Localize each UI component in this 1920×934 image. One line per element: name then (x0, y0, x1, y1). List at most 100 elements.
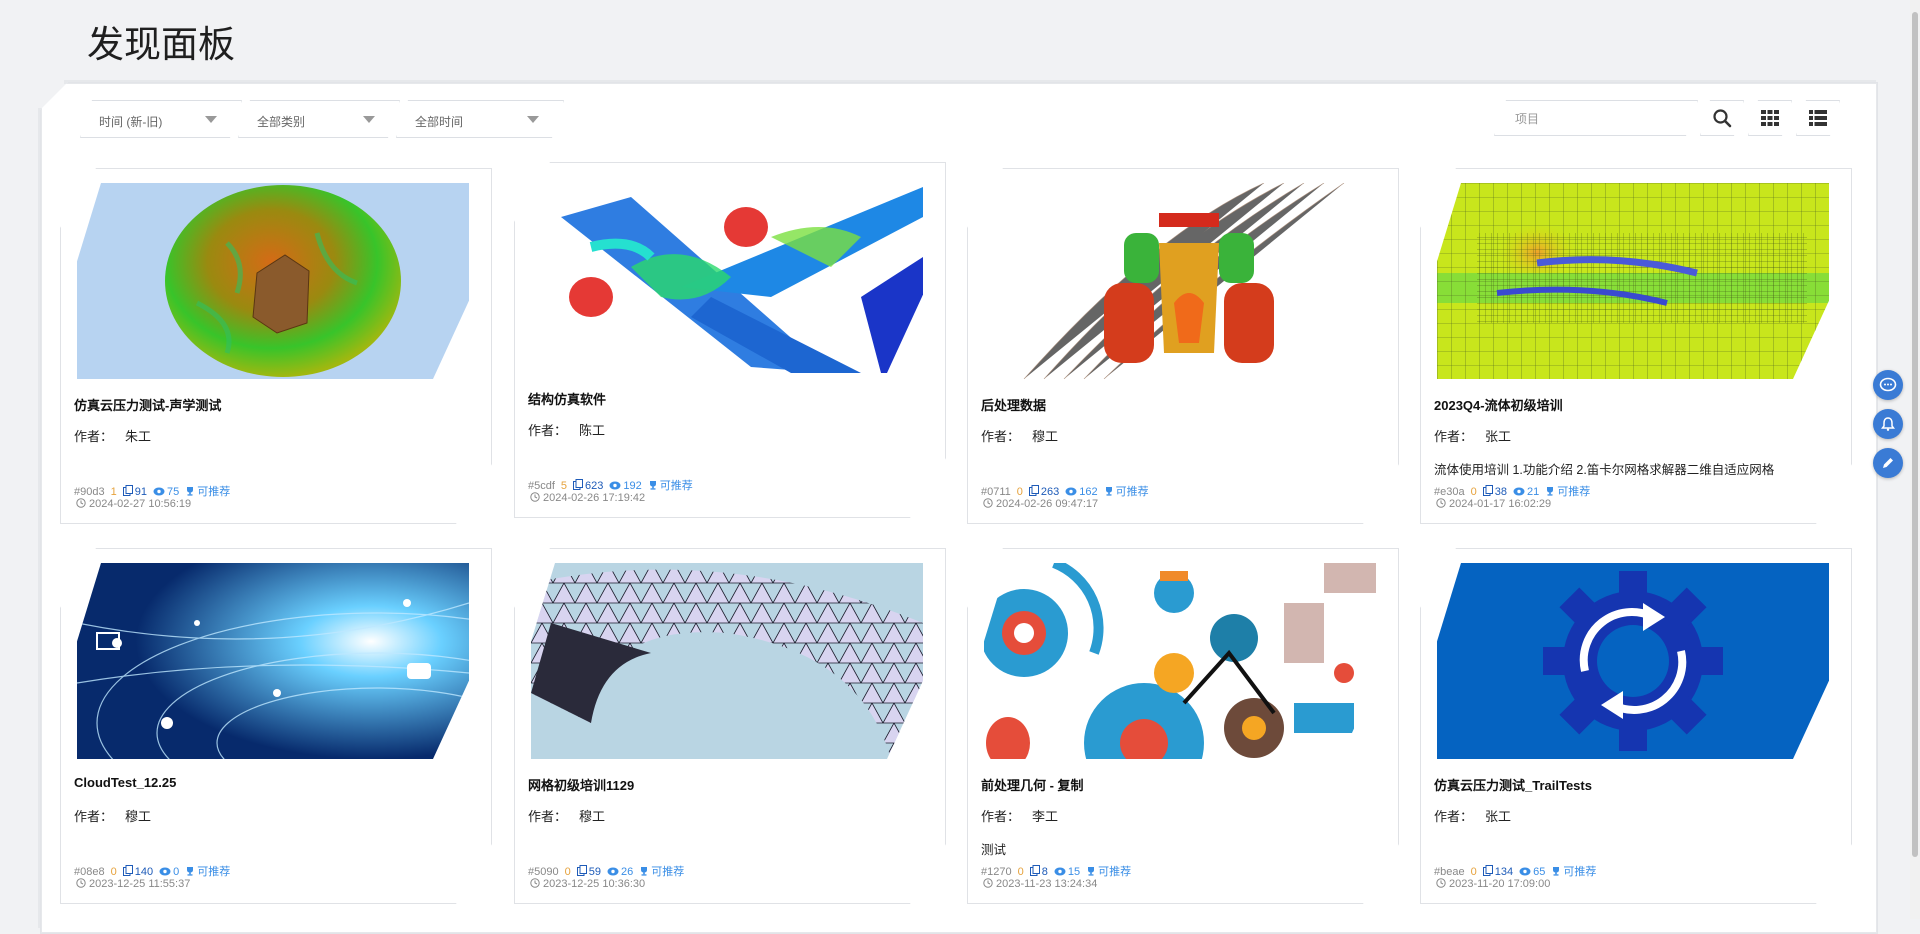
copy-icon (1483, 485, 1493, 496)
date-text: 2023-12-25 11:55:37 (89, 878, 191, 890)
project-thumbnail[interactable] (77, 183, 469, 379)
project-date: 2023-12-25 11:55:37 (76, 878, 190, 891)
recommend-link[interactable]: 可推荐 (197, 486, 230, 498)
recommend-link[interactable]: 可推荐 (197, 866, 230, 878)
copy-count: 623 (585, 480, 604, 492)
project-thumbnail[interactable] (1437, 563, 1829, 759)
project-card[interactable]: CloudTest_12.25 作者： 穆工 #08e8 0 140 0 可推荐 2023… (60, 548, 492, 904)
project-title[interactable]: 后处理数据 (981, 395, 1046, 414)
copy-icon (1030, 865, 1040, 876)
project-card[interactable]: 后处理数据 作者： 穆工 #0711 0 263 162 可推荐 2024-02-26 0… (967, 168, 1399, 524)
search-icon (1712, 108, 1732, 128)
recommend-link[interactable]: 可推荐 (660, 480, 693, 492)
fork-count: 0 (110, 866, 117, 878)
recommend-link[interactable]: 可推荐 (1098, 866, 1131, 878)
search-box (1494, 100, 1698, 136)
recommend-link[interactable]: 可推荐 (1116, 486, 1149, 498)
fork-count: 0 (1470, 486, 1477, 498)
project-author: 作者： 陈工 (528, 420, 605, 439)
author-name: 陈工 (579, 423, 606, 438)
project-title[interactable]: 2023Q4-流体初级培训 (1434, 395, 1563, 414)
eye-icon (607, 867, 619, 876)
author-label: 作者： (74, 429, 114, 444)
copy-icon (573, 479, 583, 490)
project-title[interactable]: 前处理几何 - 复制 (981, 775, 1084, 794)
recommend-link[interactable]: 可推荐 (1557, 486, 1590, 498)
pencil-icon (1883, 458, 1893, 468)
project-stats: #08e8 0 140 0 可推荐 (74, 863, 230, 879)
clock-icon (76, 498, 86, 508)
project-title[interactable]: 网格初级培训1129 (528, 775, 634, 794)
view-count: 0 (173, 866, 180, 878)
project-card[interactable]: 仿真云压力测试_TrailTests 作者： 张工 #beae 0 134 65 可推荐 … (1420, 548, 1852, 904)
category-select-value: 全部类别 (257, 115, 306, 129)
author-label: 作者： (1434, 809, 1474, 824)
project-stats: #0711 0 263 162 可推荐 (981, 483, 1149, 499)
project-card[interactable]: 2023Q4-流体初级培训 作者： 张工 流体使用培训 1.功能介绍 2.笛卡尔网… (1420, 168, 1852, 524)
project-date: 2024-02-26 17:19:42 (530, 492, 645, 505)
date-text: 2024-02-27 10:56:19 (89, 498, 192, 510)
recommend-link[interactable]: 可推荐 (1563, 866, 1596, 878)
project-author: 作者： 穆工 (74, 806, 151, 825)
project-thumbnail[interactable] (984, 183, 1376, 379)
eye-icon (609, 481, 621, 490)
copy-icon (123, 485, 133, 496)
sort-select[interactable]: 时间 (新-旧) (80, 100, 242, 138)
view-count: 26 (620, 866, 634, 878)
search-input[interactable] (1513, 109, 1677, 129)
project-title[interactable]: CloudTest_12.25 (74, 775, 176, 790)
date-text: 2023-12-25 10:36:30 (543, 878, 646, 890)
project-card[interactable]: 结构仿真软件 作者： 陈工 #5cdf 5 623 192 可推荐 2024-02-26 … (514, 162, 946, 518)
project-stats: #e30a 0 38 21 可推荐 (1434, 483, 1590, 499)
author-label: 作者： (1434, 429, 1474, 444)
project-thumbnail[interactable] (984, 563, 1376, 759)
project-date: 2024-02-26 09:47:17 (983, 498, 1098, 511)
author-label: 作者： (74, 809, 114, 824)
chat-button[interactable] (1873, 370, 1903, 400)
fork-count: 1 (110, 486, 117, 498)
project-id: #e30a (1434, 486, 1465, 498)
project-thumbnail[interactable] (1437, 183, 1829, 379)
trophy-icon (1086, 866, 1096, 876)
project-stats: #1270 0 8 15 可推荐 (981, 863, 1131, 879)
project-title[interactable]: 仿真云压力测试_TrailTests (1434, 775, 1592, 794)
chevron-down-icon (205, 116, 217, 123)
copy-icon (123, 865, 133, 876)
edit-button[interactable] (1873, 448, 1903, 478)
project-thumbnail[interactable] (77, 563, 469, 759)
trophy-icon (185, 486, 195, 496)
project-title[interactable]: 仿真云压力测试-声学测试 (74, 395, 221, 414)
vertical-scrollbar[interactable] (1910, 0, 1920, 919)
project-thumbnail[interactable] (531, 177, 923, 373)
copy-count: 91 (134, 486, 147, 498)
trophy-icon (185, 866, 195, 876)
notification-button[interactable] (1873, 409, 1903, 439)
project-card[interactable]: 网格初级培训1129 作者： 穆工 #5090 0 59 26 可推荐 2023-12-2… (514, 548, 946, 904)
category-select[interactable]: 全部类别 (238, 100, 400, 138)
author-name: 朱工 (125, 429, 152, 444)
clock-icon (530, 492, 540, 502)
author-label: 作者： (528, 423, 568, 438)
eye-icon (1519, 867, 1531, 876)
sort-select-value: 时间 (新-旧) (99, 115, 163, 129)
fork-count: 5 (560, 480, 568, 492)
project-id: #5090 (528, 866, 559, 878)
fork-count: 0 (564, 866, 571, 878)
project-card[interactable]: 仿真云压力测试-声学测试 作者： 朱工 #90d3 1 91 75 可推荐 2024-02… (60, 168, 492, 524)
time-select[interactable]: 全部时间 (396, 100, 564, 138)
date-text: 2023-11-20 17:09:00 (1449, 878, 1551, 890)
project-thumbnail[interactable] (531, 563, 923, 759)
recommend-link[interactable]: 可推荐 (651, 866, 684, 878)
project-description: 测试 (981, 843, 1007, 857)
copy-count: 8 (1041, 866, 1048, 878)
view-count: 65 (1533, 866, 1546, 878)
project-author: 作者： 穆工 (528, 806, 605, 825)
view-count: 21 (1526, 486, 1540, 498)
project-card[interactable]: 前处理几何 - 复制 作者： 李工 测试 #1270 0 8 15 可推荐 2023-11… (967, 548, 1399, 904)
view-count: 162 (1079, 486, 1098, 498)
project-title[interactable]: 结构仿真软件 (528, 389, 606, 408)
project-id: #beae (1434, 866, 1465, 878)
project-stats: #5090 0 59 26 可推荐 (528, 863, 684, 879)
project-date: 2023-11-20 17:09:00 (1436, 878, 1550, 891)
scrollbar-thumb[interactable] (1912, 12, 1918, 857)
